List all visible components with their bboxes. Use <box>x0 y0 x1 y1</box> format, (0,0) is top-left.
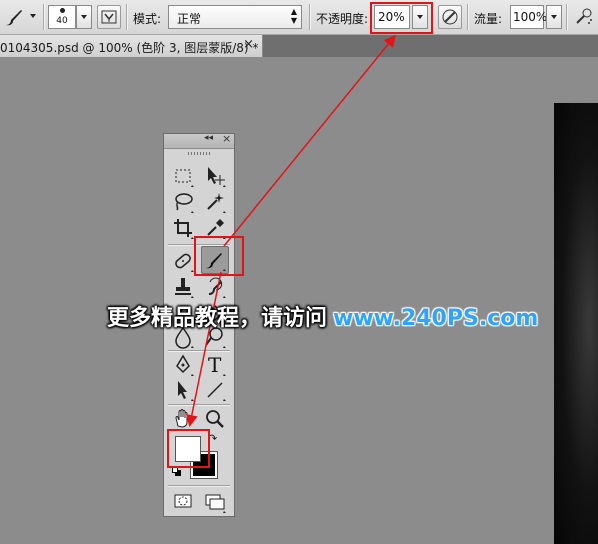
brush-highlight-box <box>194 236 244 276</box>
watermark-url: www.240PS.com <box>333 306 539 331</box>
opacity-highlight-box <box>370 2 433 34</box>
watermark-text: 更多精品教程，请访问 <box>107 306 328 331</box>
arrow-to-colors <box>185 271 222 427</box>
arrow-to-opacity <box>223 34 396 247</box>
color-highlight-box <box>167 429 210 468</box>
annotation-arrows <box>185 34 396 427</box>
watermark: 更多精品教程，请访问 www.240PS.com <box>107 300 538 332</box>
